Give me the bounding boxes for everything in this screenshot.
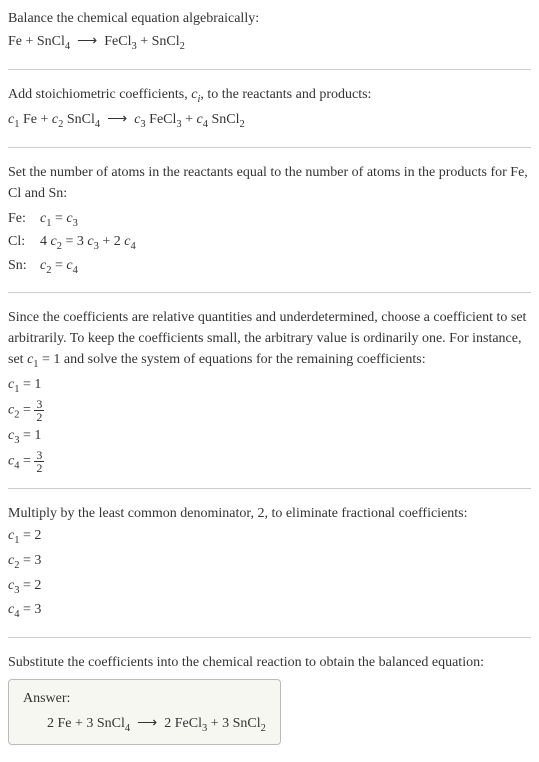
element-label: Fe: bbox=[8, 208, 30, 232]
frac-bot: 2 bbox=[34, 411, 44, 423]
coef-line: c1 = 2 bbox=[8, 525, 531, 549]
step5: Multiply by the least common denominator… bbox=[8, 503, 531, 622]
coef-line: c4 = 32 bbox=[8, 449, 531, 474]
answer-box: Answer: 2 Fe + 3 SnCl4 ⟶ 2 FeCl3 + 3 SnC… bbox=[8, 679, 281, 746]
step2: Add stoichiometric coefficients, ci, to … bbox=[8, 84, 531, 133]
step3-text: Set the number of atoms in the reactants… bbox=[8, 162, 531, 204]
step5-text: Multiply by the least common denominator… bbox=[8, 503, 531, 524]
coef-line: c3 = 2 bbox=[8, 575, 531, 599]
coef-list: c1 = 2 c2 = 3 c3 = 2 c4 = 3 bbox=[8, 525, 531, 622]
table-row: Fe: c1 = c3 bbox=[8, 208, 531, 232]
element-equation: c2 = c4 bbox=[40, 255, 78, 279]
coef-list: c1 = 1 c2 = 32 c3 = 1 c4 = 32 bbox=[8, 374, 531, 475]
step2-text-after: , to the reactants and products: bbox=[200, 87, 371, 102]
table-row: Sn: c2 = c4 bbox=[8, 255, 531, 279]
coef-line: c4 = 3 bbox=[8, 599, 531, 623]
atoms-table: Fe: c1 = c3 Cl: 4 c2 = 3 c3 + 2 c4 Sn: c… bbox=[8, 208, 531, 279]
divider bbox=[8, 292, 531, 293]
element-label: Sn: bbox=[8, 255, 30, 279]
element-equation: c1 = c3 bbox=[40, 208, 78, 232]
step2-text: Add stoichiometric coefficients, ci, to … bbox=[8, 84, 531, 108]
divider bbox=[8, 69, 531, 70]
answer-equation: 2 Fe + 3 SnCl4 ⟶ 2 FeCl3 + 3 SnCl2 bbox=[23, 713, 266, 737]
table-row: Cl: 4 c2 = 3 c3 + 2 c4 bbox=[8, 231, 531, 255]
frac-bot: 2 bbox=[34, 462, 44, 474]
coef-line: c1 = 1 bbox=[8, 374, 531, 398]
step6-text: Substitute the coefficients into the che… bbox=[8, 652, 531, 673]
element-label: Cl: bbox=[8, 231, 30, 255]
step4-text: Since the coefficients are relative quan… bbox=[8, 307, 531, 373]
step4: Since the coefficients are relative quan… bbox=[8, 307, 531, 474]
step2-text-before: Add stoichiometric coefficients, bbox=[8, 87, 191, 102]
divider bbox=[8, 488, 531, 489]
divider bbox=[8, 637, 531, 638]
answer-title: Answer: bbox=[23, 688, 266, 709]
step3: Set the number of atoms in the reactants… bbox=[8, 162, 531, 279]
coef-line: c2 = 3 bbox=[8, 550, 531, 574]
step1: Balance the chemical equation algebraica… bbox=[8, 8, 531, 55]
step6: Substitute the coefficients into the che… bbox=[8, 652, 531, 746]
step1-text: Balance the chemical equation algebraica… bbox=[8, 8, 531, 29]
step2-equation: c1 Fe + c2 SnCl4 ⟶ c3 FeCl3 + c4 SnCl2 bbox=[8, 109, 531, 133]
divider bbox=[8, 147, 531, 148]
step1-equation: Fe + SnCl4 ⟶ FeCl3 + SnCl2 bbox=[8, 31, 531, 55]
coef-line: c2 = 32 bbox=[8, 398, 531, 423]
coef-line: c3 = 1 bbox=[8, 425, 531, 449]
element-equation: 4 c2 = 3 c3 + 2 c4 bbox=[40, 231, 136, 255]
